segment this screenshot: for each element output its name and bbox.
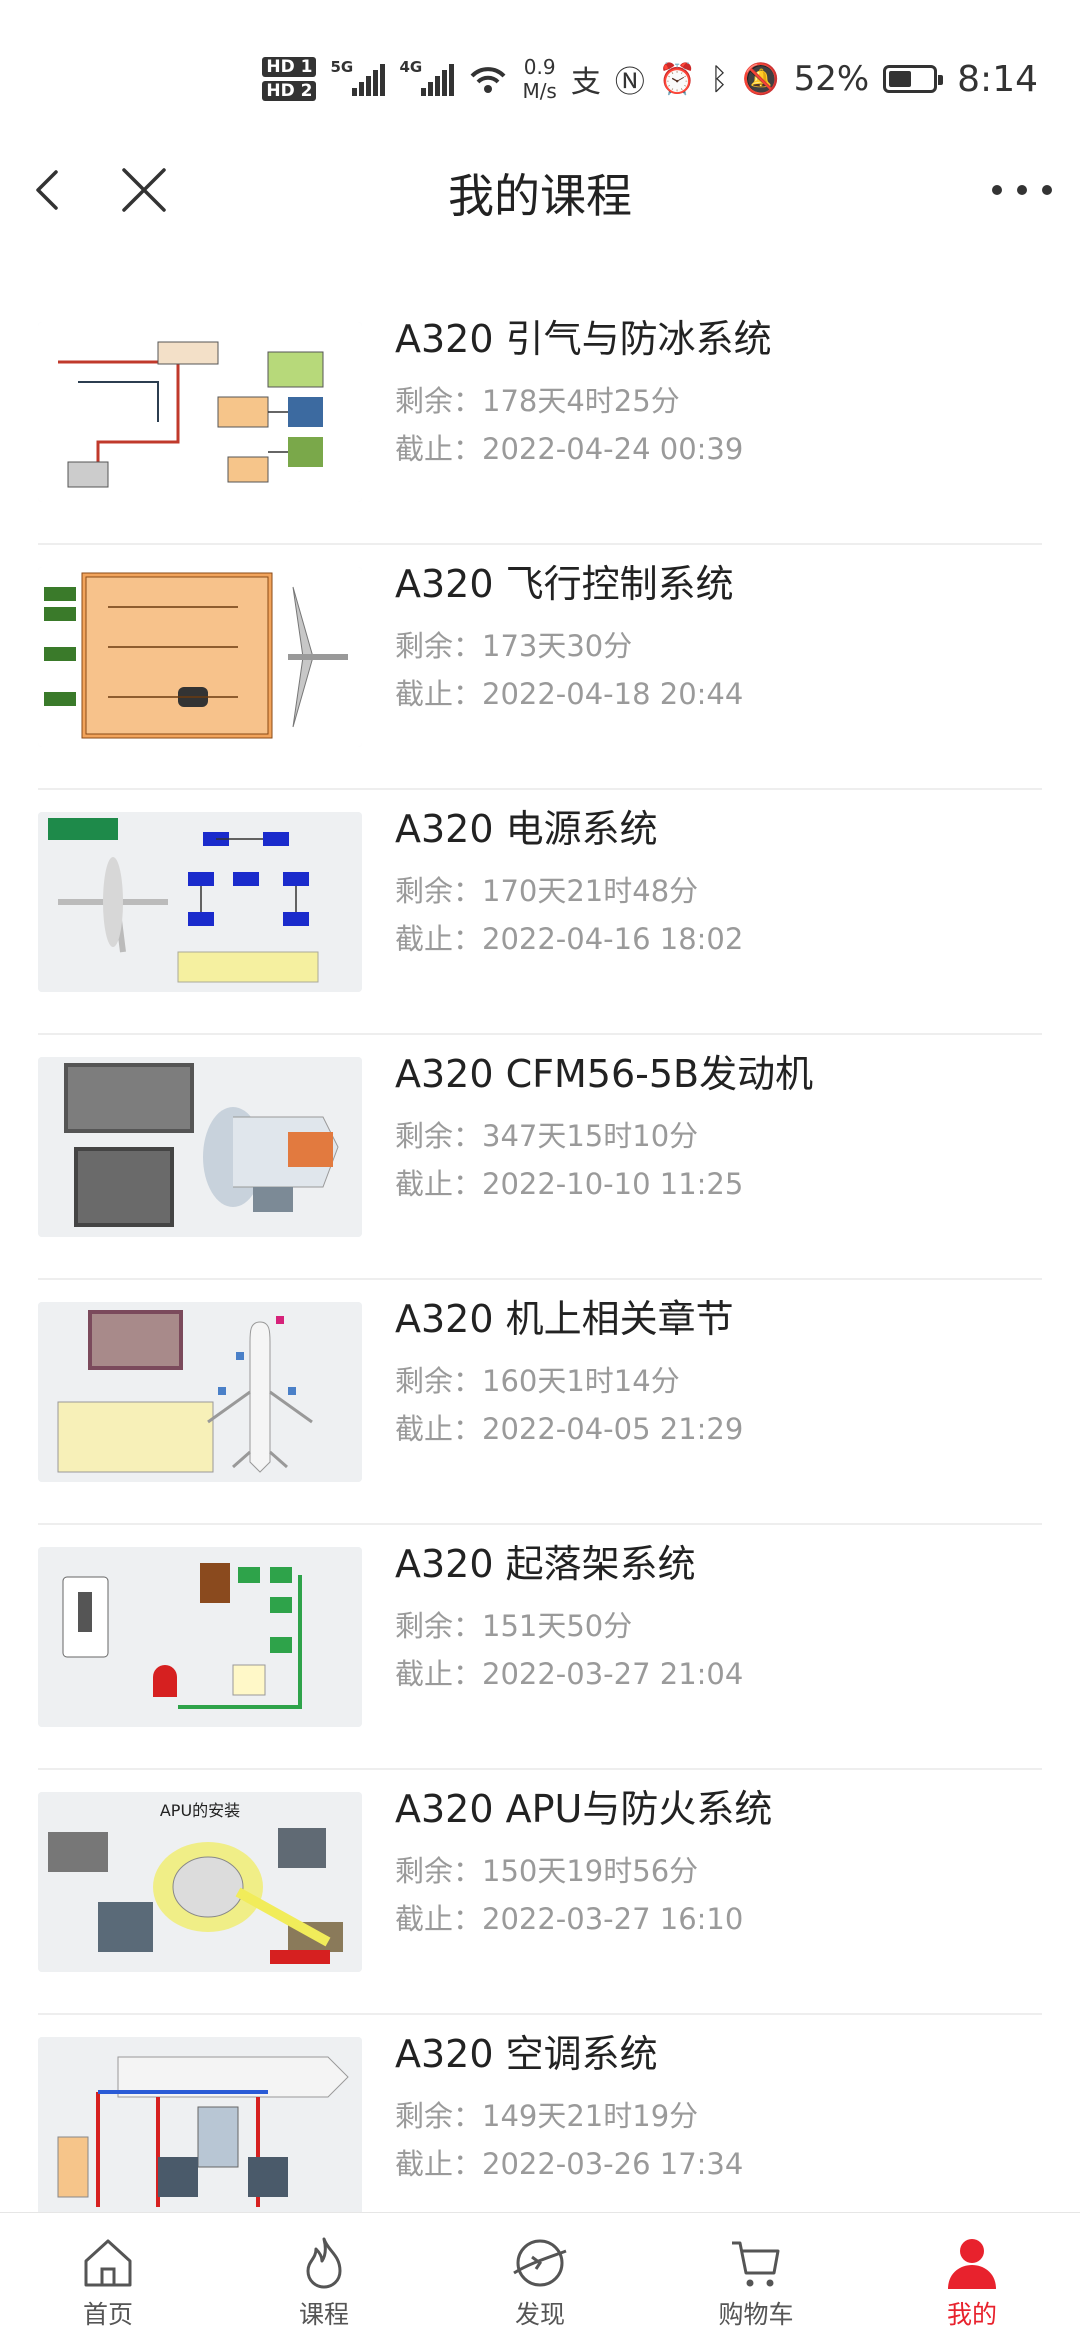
nav-courses[interactable]: 课程 [216,2213,432,2340]
nav-label: 我的 [946,2300,997,2329]
nav-home[interactable]: 首页 [0,2213,216,2340]
more-button[interactable] [992,172,1052,208]
course-item[interactable]: A320 起落架系统 剩余：151天50分 截止：2022-03-27 21:0… [0,1525,1080,1770]
course-thumbnail [38,1302,362,1482]
course-deadline: 截止：2022-03-27 16:10 [395,1902,744,1936]
nav-profile[interactable]: 我的 [864,2213,1080,2340]
thumbnail-caption: APU的安装 [160,1801,240,1820]
course-item[interactable]: A320 CFM56-5B发动机 剩余：347天15时10分 截止：2022-1… [0,1035,1080,1280]
course-remaining-time: 剩余：151天50分 [395,1609,633,1643]
course-title: A320 CFM56-5B发动机 [395,1052,814,1096]
hd2-label: HD 2 [262,81,317,101]
bottom-nav: 首页 课程 发现 购物车 我的 [0,2212,1080,2340]
course-deadline: 截止：2022-04-24 00:39 [395,432,744,466]
status-bar: HD 1 HD 2 5G 4G 0.9 M/s 支 Ⓝ ⏰ ᛒ 🔕 52% 8:… [0,0,1080,140]
user-icon [948,2239,996,2289]
course-thumbnail: APU的安装 [38,1792,362,1972]
course-deadline: 截止：2022-03-27 21:04 [395,1657,744,1691]
bluetooth-icon: ᛒ [710,61,729,97]
battery-icon [883,65,944,93]
clock: 8:14 [957,58,1038,100]
flight-control-diagram-icon [38,567,362,747]
course-deadline: 截止：2022-03-26 17:34 [395,2147,744,2181]
course-title: A320 电源系统 [395,807,658,851]
course-item[interactable]: A320 飞行控制系统 剩余：173天30分 截止：2022-04-18 20:… [0,545,1080,790]
nav-cart[interactable]: 购物车 [648,2213,864,2340]
course-remaining-time: 剩余：178天4时25分 [395,384,680,418]
course-deadline: 截止：2022-04-05 21:29 [395,1412,744,1446]
home-icon [84,2239,132,2287]
course-remaining-time: 剩余：150天19时56分 [395,1854,699,1888]
nav-label: 发现 [514,2300,565,2329]
signal-4g-icon: 4G [399,58,455,96]
course-thumbnail [38,567,362,747]
course-item[interactable]: APU的安装 A320 APU与防火系统 剩余：150天19时56分 截止：20… [0,1770,1080,2015]
course-remaining-time: 剩余：170天21时48分 [395,874,699,908]
course-item[interactable]: A320 机上相关章节 剩余：160天1时14分 截止：2022-04-05 2… [0,1280,1080,1525]
course-item[interactable]: A320 引气与防冰系统 剩余：178天4时25分 截止：2022-04-24 … [0,300,1080,545]
cart-icon [732,2241,780,2287]
nav-discover[interactable]: 发现 [432,2213,648,2340]
course-title: A320 飞行控制系统 [395,562,734,606]
course-title: A320 空调系统 [395,2032,658,2076]
flame-icon [306,2237,342,2289]
hd1-label: HD 1 [262,57,317,77]
nav-label: 购物车 [718,2300,794,2329]
nfc-icon: Ⓝ [614,65,645,100]
more-dot [992,185,1002,195]
course-remaining-time: 剩余：149天21时19分 [395,2099,699,2133]
course-title: A320 机上相关章节 [395,1297,734,1341]
course-title: A320 引气与防冰系统 [395,317,772,361]
course-item[interactable]: A320 电源系统 剩余：170天21时48分 截止：2022-04-16 18… [0,790,1080,1035]
course-thumbnail [38,2037,362,2217]
network-speed: 0.9 M/s [522,55,557,103]
signal-5g-icon: 5G [330,58,386,96]
course-remaining-time: 剩余：160天1时14分 [395,1364,680,1398]
nav-label: 课程 [298,2300,349,2329]
nav-label: 首页 [82,2300,133,2329]
course-thumbnail [38,812,362,992]
course-title: A320 APU与防火系统 [395,1787,773,1831]
course-deadline: 截止：2022-10-10 11:25 [395,1167,744,1201]
battery-percent: 52% [793,59,870,99]
apu-diagram-icon: APU的安装 [38,1792,362,1972]
course-remaining-time: 剩余：347天15时10分 [395,1119,699,1153]
landing-gear-diagram-icon [38,1547,362,1727]
alipay-icon: 支 [570,65,601,100]
engine-diagram-icon [38,1057,362,1237]
course-title: A320 起落架系统 [395,1542,696,1586]
page-title: 我的课程 [448,169,632,223]
more-dot [1042,185,1052,195]
course-list: A320 引气与防冰系统 剩余：178天4时25分 截止：2022-04-24 … [0,300,1080,2260]
aircraft-stations-diagram-icon [38,1302,362,1482]
bleed-air-diagram-icon [38,322,362,502]
course-deadline: 截止：2022-04-16 18:02 [395,922,744,956]
alarm-icon: ⏰ [658,61,697,97]
mute-icon: 🔕 [742,61,780,97]
more-dot [1017,185,1027,195]
course-deadline: 截止：2022-04-18 20:44 [395,677,744,711]
hd-indicator: HD 1 HD 2 [262,57,317,101]
course-remaining-time: 剩余：173天30分 [395,629,633,663]
course-thumbnail [38,1547,362,1727]
air-conditioning-diagram-icon [38,2037,362,2217]
discover-icon [513,2239,567,2287]
course-thumbnail [38,322,362,502]
course-thumbnail [38,1057,362,1237]
app-header: 我的课程 [0,140,1080,240]
wifi-icon [470,67,506,93]
electrical-diagram-icon [38,812,362,992]
